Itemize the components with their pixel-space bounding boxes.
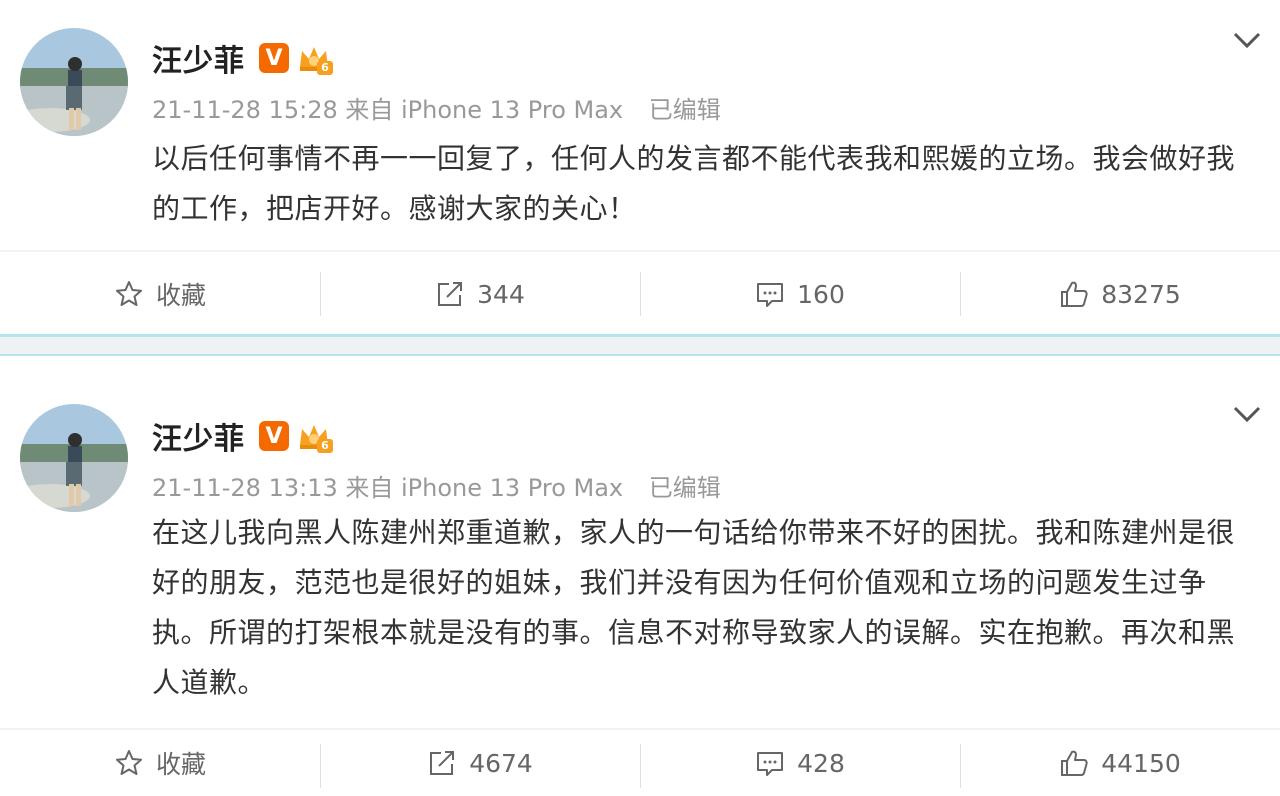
comment-count: 428 xyxy=(797,748,845,778)
chevron-down-icon[interactable] xyxy=(1232,30,1262,50)
crown-vip-icon[interactable]: 6 xyxy=(297,41,333,75)
vip-level: 6 xyxy=(317,439,333,453)
repost-count: 4674 xyxy=(469,748,533,778)
post-source: 来自 iPhone 13 Pro Max xyxy=(345,96,624,124)
action-bar: 收藏 344 160 83275 xyxy=(0,250,1280,336)
avatar[interactable] xyxy=(20,28,128,136)
edited-label[interactable]: 已编辑 xyxy=(649,96,721,124)
post-meta: 21-11-28 15:28 来自 iPhone 13 Pro Max 已编辑 xyxy=(152,90,721,125)
repost-icon xyxy=(435,279,465,309)
weibo-post-2: 汪少菲 V 6 21-11-28 13:13 来自 iPhone 13 Pro … xyxy=(0,356,1280,796)
post-separator xyxy=(0,334,1280,356)
post-meta: 21-11-28 13:13 来自 iPhone 13 Pro Max 已编辑 xyxy=(152,468,721,503)
post-header: 汪少菲 V 6 21-11-28 15:28 来自 iPhone 13 Pro … xyxy=(152,38,721,125)
verified-v-icon: V xyxy=(259,43,289,73)
like-count: 83275 xyxy=(1101,279,1181,309)
username[interactable]: 汪少菲 xyxy=(152,36,245,80)
comment-button[interactable]: 160 xyxy=(640,252,960,336)
comment-icon xyxy=(755,279,785,309)
repost-button[interactable]: 4674 xyxy=(320,730,640,796)
timestamp[interactable]: 21-11-28 13:13 xyxy=(152,474,338,502)
comment-button[interactable]: 428 xyxy=(640,730,960,796)
comment-icon xyxy=(755,748,785,778)
edited-label[interactable]: 已编辑 xyxy=(649,474,721,502)
verified-v-icon: V xyxy=(259,421,289,451)
favorite-button[interactable]: 收藏 xyxy=(0,252,320,336)
username[interactable]: 汪少菲 xyxy=(152,414,245,458)
favorite-label: 收藏 xyxy=(155,281,206,310)
star-icon xyxy=(114,279,144,309)
avatar[interactable] xyxy=(20,404,128,512)
favorite-button[interactable]: 收藏 xyxy=(0,730,320,796)
comment-count: 160 xyxy=(797,279,845,309)
vip-level: 6 xyxy=(317,61,333,75)
repost-button[interactable]: 344 xyxy=(320,252,640,336)
repost-icon xyxy=(427,748,457,778)
like-button[interactable]: 83275 xyxy=(960,252,1280,336)
post-content: 在这儿我向黑人陈建州郑重道歉，家人的一句话给你带来不好的困扰。我和陈建州是很好的… xyxy=(152,516,1236,699)
repost-count: 344 xyxy=(477,279,525,309)
thumbs-up-icon xyxy=(1059,279,1089,309)
crown-vip-icon[interactable]: 6 xyxy=(297,419,333,453)
weibo-post-1: 汪少菲 V 6 21-11-28 15:28 来自 iPhone 13 Pro … xyxy=(0,0,1280,334)
action-bar: 收藏 4674 428 44150 xyxy=(0,728,1280,796)
thumbs-up-icon xyxy=(1059,748,1089,778)
chevron-down-icon[interactable] xyxy=(1232,404,1262,424)
like-button[interactable]: 44150 xyxy=(960,730,1280,796)
star-icon xyxy=(114,748,144,778)
post-source: 来自 iPhone 13 Pro Max xyxy=(345,474,624,502)
post-content: 以后任何事情不再一一回复了，任何人的发言都不能代表我和熙媛的立场。我会做好我的工… xyxy=(152,142,1236,225)
like-count: 44150 xyxy=(1101,748,1181,778)
post-header: 汪少菲 V 6 21-11-28 13:13 来自 iPhone 13 Pro … xyxy=(152,416,721,503)
favorite-label: 收藏 xyxy=(155,750,206,779)
timestamp[interactable]: 21-11-28 15:28 xyxy=(152,96,338,124)
